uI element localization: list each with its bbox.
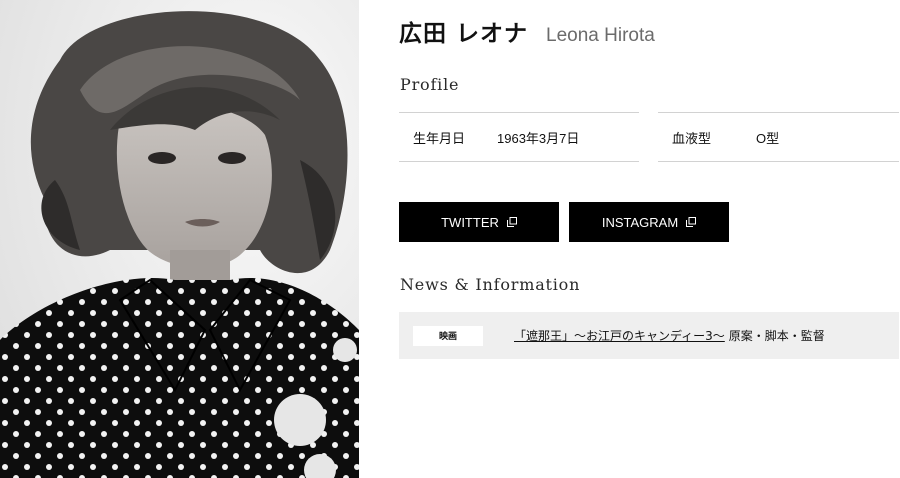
blood-type-label: 血液型 — [672, 131, 712, 147]
twitter-button[interactable]: TWITTER — [399, 202, 559, 242]
birthday-value: 1963年3月7日 — [497, 130, 580, 146]
news-category-badge: 映画 — [413, 325, 483, 346]
artist-name-row: 広田 レオナ Leona Hirota — [399, 14, 655, 48]
instagram-button[interactable]: INSTAGRAM — [569, 202, 729, 242]
twitter-button-label: TWITTER — [441, 214, 499, 230]
birthday-label: 生年月日 — [413, 131, 466, 147]
blood-type-value: O型 — [756, 130, 780, 146]
profile-photo — [0, 0, 359, 478]
artist-name-japanese: 広田 レオナ — [399, 21, 529, 47]
profile-blood-type: 血液型 O型 — [658, 112, 899, 162]
artist-name-english: Leona Hirota — [546, 25, 655, 46]
external-link-icon — [506, 217, 517, 227]
profile-heading: Profile — [400, 75, 460, 94]
news-heading: News & Information — [400, 275, 581, 294]
instagram-button-label: INSTAGRAM — [601, 214, 679, 230]
news-item: 映画 「遮那王」～お江戸のキャンディー3～ 原案・脚本・監督 — [399, 312, 899, 359]
external-link-icon — [686, 217, 697, 227]
news-item-role: 原案・脚本・監督 — [728, 329, 825, 343]
profile-birthday: 生年月日 1963年3月7日 — [399, 112, 639, 162]
news-item-link[interactable]: 「遮那王」～お江戸のキャンディー3～ — [514, 327, 725, 344]
